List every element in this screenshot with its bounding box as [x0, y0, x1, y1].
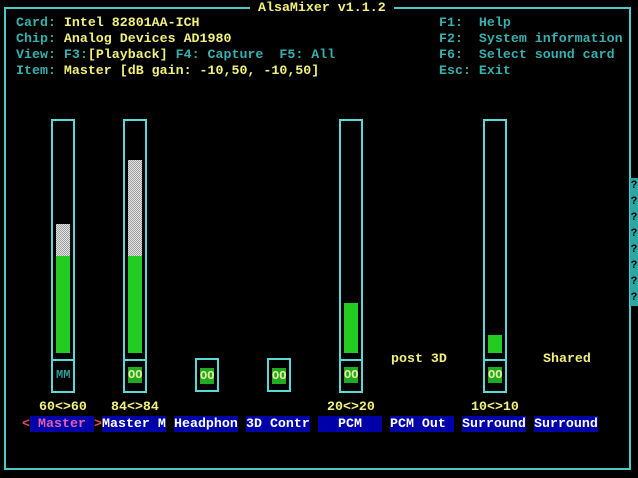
control-label-surround-2[interactable]: Surround [534, 416, 598, 432]
control-label-surround[interactable]: Surround [462, 416, 526, 432]
card-row: Card: Intel 82801AA-ICH [16, 15, 200, 31]
chip-value: Analog Devices AD1980 [63, 31, 232, 46]
pcm-switch[interactable]: OO [344, 367, 358, 383]
selected-right-marker: > [94, 416, 102, 431]
key-help[interactable]: F1: Help [439, 15, 511, 31]
chip-label: Chip: [16, 31, 56, 46]
selected-left-marker: < [22, 416, 30, 431]
surround-shared-extra: Shared [543, 351, 591, 366]
key-select-card[interactable]: F6: Select sound card [439, 47, 615, 63]
scroll-marker: ? [630, 290, 638, 306]
master-mono-value: 84<>84 [111, 399, 159, 414]
key-system-info[interactable]: F2: System information [439, 31, 623, 47]
master-mute-switch[interactable]: MM [56, 367, 70, 383]
surround-meter[interactable]: OO [483, 119, 507, 393]
3d-control-switch[interactable]: OO [272, 368, 286, 384]
control-label-pcm[interactable]: PCM [318, 416, 382, 432]
view-label: View: [16, 47, 56, 62]
item-value: Master [dB gain: -10,50, -10,50] [63, 63, 320, 78]
scroll-indicator[interactable]: ? ? ? ? ? ? ? ? [630, 178, 638, 306]
master-mono-switch[interactable]: OO [128, 367, 142, 383]
master-level-fill [56, 224, 70, 257]
headphone-switch-box[interactable]: OO [195, 358, 219, 392]
chip-row: Chip: Analog Devices AD1980 [16, 31, 231, 47]
master-mono-meter[interactable]: OO [123, 119, 147, 393]
meter-separator [485, 359, 505, 361]
view-all[interactable]: F5: All [279, 47, 335, 62]
control-label-headphone[interactable]: Headphon [174, 416, 238, 432]
control-label-master-mono[interactable]: Master M [102, 416, 166, 432]
headphone-switch[interactable]: OO [200, 368, 214, 384]
scroll-marker: ? [630, 274, 638, 290]
scroll-marker: ? [630, 258, 638, 274]
key-exit[interactable]: Esc: Exit [439, 63, 511, 79]
3d-control-switch-box[interactable]: OO [267, 358, 291, 392]
view-row: View: F3:[Playback] F4: Capture F5: All [16, 47, 335, 63]
pcm-value: 20<>20 [327, 399, 375, 414]
pcm-level-fill [344, 303, 358, 353]
scroll-marker: ? [630, 242, 638, 258]
control-label-pcm-out[interactable]: PCM Out [390, 416, 454, 432]
app-title: AlsaMixer v1.1.2 [250, 0, 394, 16]
item-label: Item: [16, 63, 56, 78]
pcm-out-extra: post 3D [391, 351, 447, 366]
scroll-marker: ? [630, 226, 638, 242]
item-row: Item: Master [dB gain: -10,50, -10,50] [16, 63, 319, 79]
meter-separator [341, 359, 361, 361]
control-label-master[interactable]: Master [30, 416, 94, 432]
scroll-marker: ? [630, 178, 638, 194]
control-label-3d-control[interactable]: 3D Contr [246, 416, 310, 432]
meter-separator [53, 359, 73, 361]
card-label: Card: [16, 15, 56, 30]
view-f3-key: F3: [63, 47, 88, 62]
card-value: Intel 82801AA-ICH [63, 15, 200, 30]
scroll-marker: ? [630, 210, 638, 226]
surround-switch[interactable]: OO [488, 367, 502, 383]
surround-level-fill [488, 335, 502, 353]
pcm-meter[interactable]: OO [339, 119, 363, 393]
meter-separator [125, 359, 145, 361]
master-mono-level-fill [128, 160, 142, 257]
master-value: 60<>60 [39, 399, 87, 414]
scroll-marker: ? [630, 194, 638, 210]
surround-value: 10<>10 [471, 399, 519, 414]
view-capture[interactable]: F4: Capture [176, 47, 264, 62]
master-mono-level-base [128, 256, 142, 353]
master-meter[interactable]: MM [51, 119, 75, 393]
view-playback[interactable]: [Playback] [88, 47, 168, 62]
master-level-base [56, 256, 70, 353]
